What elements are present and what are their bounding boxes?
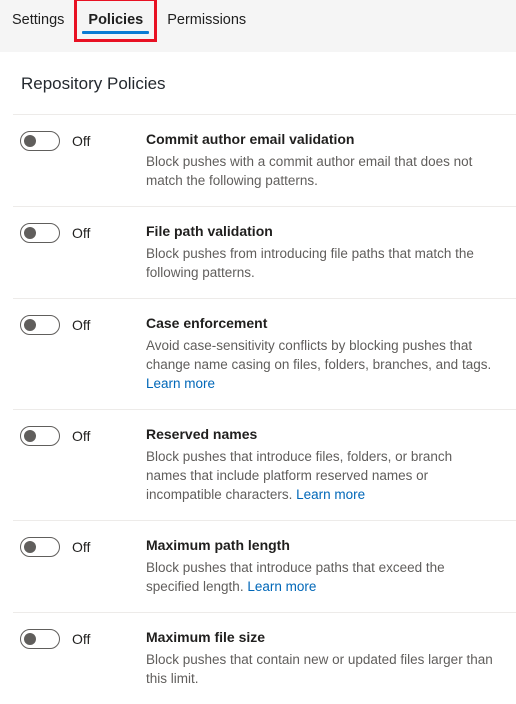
policy-row: Off Commit author email validation Block… [0, 115, 516, 206]
learn-more-link[interactable]: Learn more [247, 579, 316, 594]
policy-description: Avoid case-sensitivity conflicts by bloc… [146, 336, 496, 393]
toggle-knob [24, 541, 36, 554]
policy-text: File path validation Block pushes from i… [146, 222, 504, 282]
policy-toggle-state: Off [72, 133, 91, 150]
page-title: Repository Policies [21, 74, 166, 93]
policy-row: Off Case enforcement Avoid case-sensitiv… [0, 299, 516, 409]
policy-title: Reserved names [146, 426, 258, 443]
policy-toggle[interactable] [20, 315, 60, 336]
policy-text: Maximum path length Block pushes that in… [146, 536, 504, 596]
active-tab-indicator [82, 31, 150, 34]
tab-permissions[interactable]: Permissions [155, 0, 258, 40]
policy-description-text: Block pushes that contain new or updated… [146, 652, 493, 687]
policy-text: Reserved names Block pushes that introdu… [146, 425, 504, 504]
tab-policies[interactable]: Policies [74, 0, 158, 42]
policy-row: Off Maximum file size Block pushes that … [0, 613, 516, 704]
policy-title: File path validation [146, 223, 273, 240]
policy-text: Maximum file size Block pushes that cont… [146, 628, 504, 688]
policy-title: Maximum file size [146, 629, 266, 646]
policy-toggle[interactable] [20, 537, 60, 558]
policy-toggle-group: Off [20, 536, 146, 558]
policy-description: Block pushes from introducing file paths… [146, 244, 496, 282]
toggle-knob [24, 227, 36, 240]
policy-description-text: Block pushes with a commit author email … [146, 154, 473, 189]
tab-permissions-label: Permissions [167, 12, 247, 28]
policy-row: Off Reserved names Block pushes that int… [0, 410, 516, 520]
policy-toggle-group: Off [20, 425, 146, 447]
policy-description: Block pushes that introduce paths that e… [146, 558, 496, 596]
toggle-knob [24, 135, 36, 148]
policy-toggle-group: Off [20, 222, 146, 244]
policy-title: Maximum path length [146, 537, 290, 554]
policy-toggle-group: Off [20, 314, 146, 336]
policy-toggle-group: Off [20, 628, 146, 650]
policy-toggle[interactable] [20, 426, 60, 447]
tab-policies-label: Policies [88, 12, 144, 28]
tab-settings-label: Settings [12, 12, 65, 28]
policy-toggle[interactable] [20, 131, 60, 152]
policy-description: Block pushes that contain new or updated… [146, 650, 496, 688]
policy-toggle-state: Off [72, 539, 91, 556]
policy-toggle[interactable] [20, 223, 60, 244]
policy-title: Commit author email validation [146, 131, 355, 148]
policy-row: Off File path validation Block pushes fr… [0, 207, 516, 298]
policy-description: Block pushes with a commit author email … [146, 152, 496, 190]
tab-settings[interactable]: Settings [0, 0, 76, 40]
tab-bar: Settings Policies Permissions [0, 0, 516, 52]
policy-title: Case enforcement [146, 315, 268, 332]
policy-toggle-group: Off [20, 130, 146, 152]
policy-toggle-state: Off [72, 225, 91, 242]
learn-more-link[interactable]: Learn more [146, 376, 215, 391]
policy-toggle-state: Off [72, 428, 91, 445]
repository-policies-section: Repository Policies Off Commit author em… [0, 52, 516, 704]
policy-toggle-state: Off [72, 317, 91, 334]
policy-text: Commit author email validation Block pus… [146, 130, 504, 190]
policy-toggle-state: Off [72, 631, 91, 648]
toggle-knob [24, 319, 36, 332]
toggle-knob [24, 430, 36, 443]
policy-text: Case enforcement Avoid case-sensitivity … [146, 314, 504, 393]
policy-row: Off Maximum path length Block pushes tha… [0, 521, 516, 612]
policy-description-text: Block pushes from introducing file paths… [146, 246, 474, 281]
policy-description: Block pushes that introduce files, folde… [146, 447, 496, 504]
policy-toggle[interactable] [20, 629, 60, 650]
toggle-knob [24, 633, 36, 646]
policy-description-text: Avoid case-sensitivity conflicts by bloc… [146, 338, 492, 373]
learn-more-link[interactable]: Learn more [296, 487, 365, 502]
